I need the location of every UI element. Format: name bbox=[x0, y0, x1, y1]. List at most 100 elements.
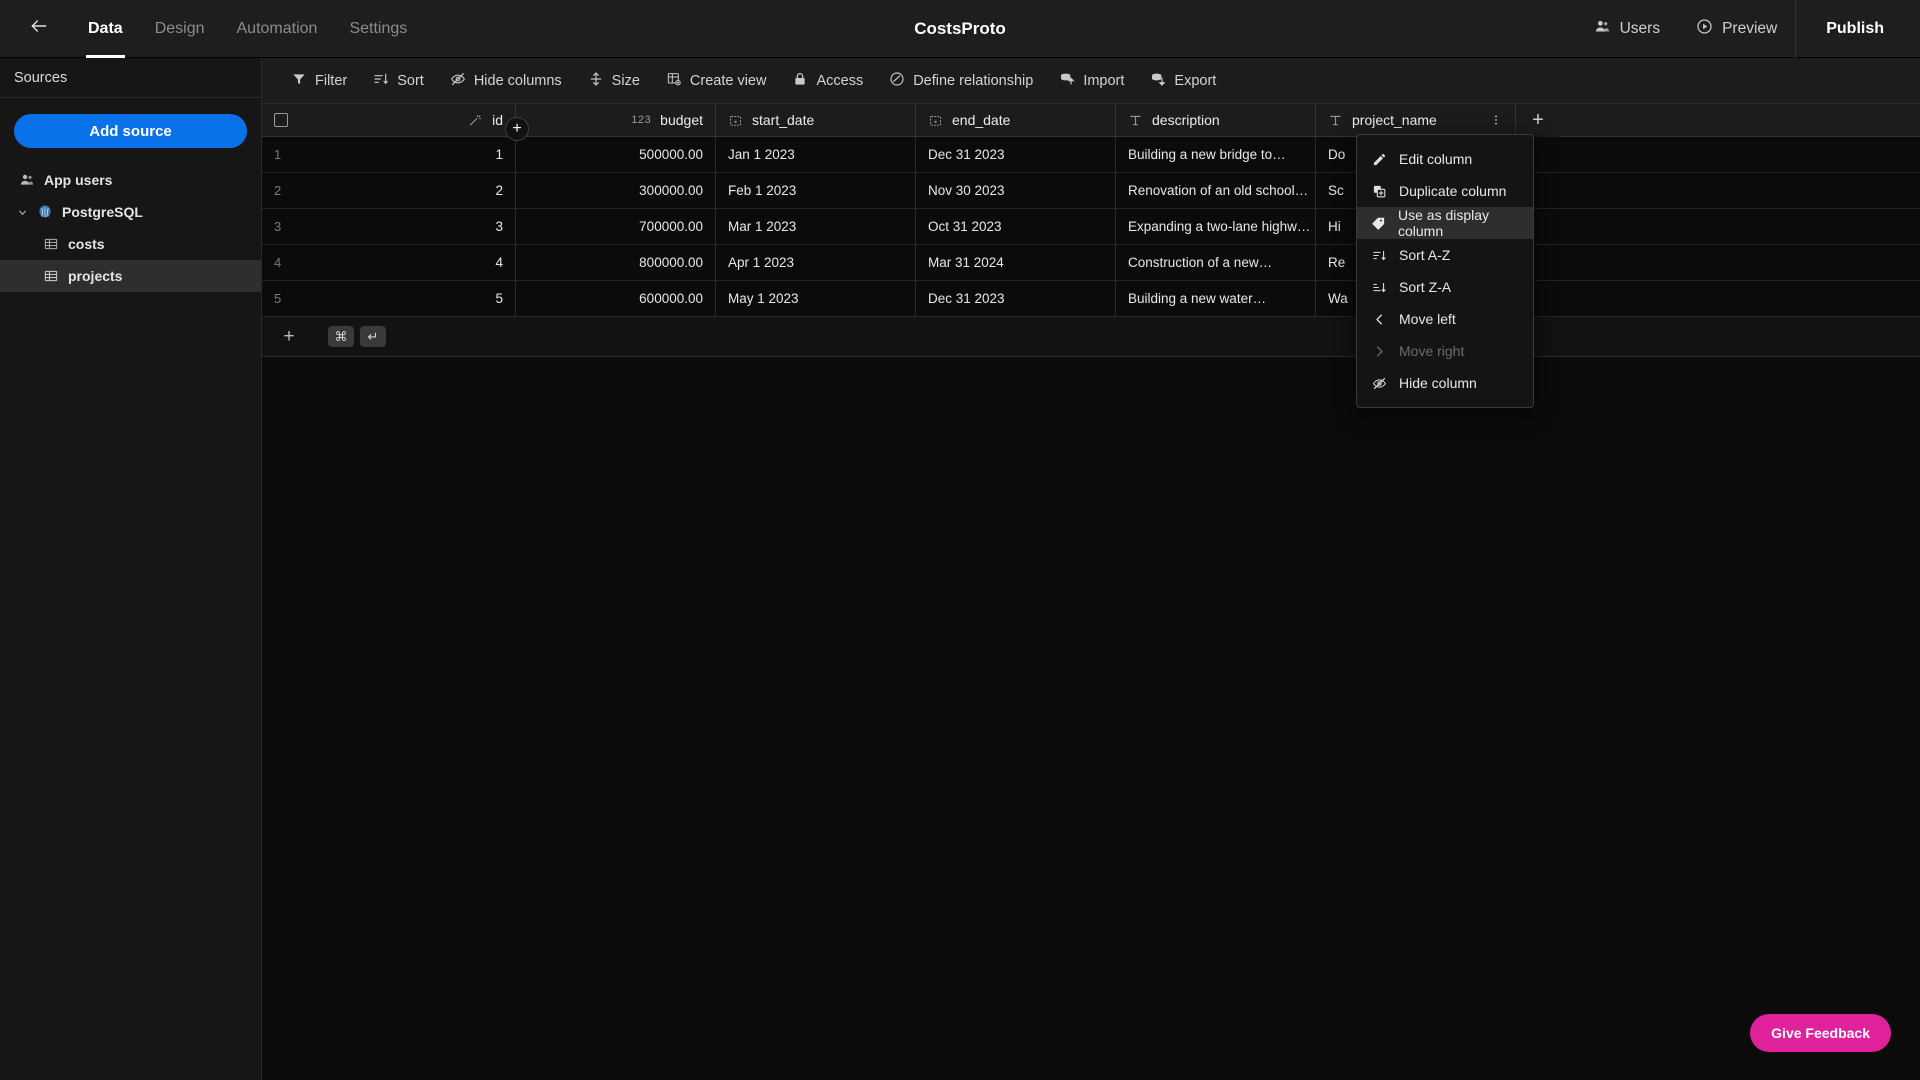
select-all-checkbox[interactable] bbox=[262, 104, 316, 136]
calendar-icon bbox=[928, 113, 943, 128]
cell-id[interactable]: 2 bbox=[316, 173, 516, 208]
sidebar-item-projects[interactable]: projects bbox=[0, 260, 261, 292]
hide-columns-button[interactable]: Hide columns bbox=[437, 58, 575, 104]
sidebar-item-costs[interactable]: costs bbox=[0, 228, 261, 260]
table-row[interactable]: 3 3 700000.00 Mar 1 2023 Oct 31 2023 Exp… bbox=[262, 209, 1920, 245]
column-header-start-date[interactable]: start_date bbox=[716, 104, 916, 136]
kbd-enter-key: ↵ bbox=[360, 326, 386, 347]
table-row[interactable]: 2 2 300000.00 Feb 1 2023 Nov 30 2023 Ren… bbox=[262, 173, 1920, 209]
menu-item-hide-column[interactable]: Hide column bbox=[1357, 367, 1533, 399]
cell-end-date[interactable]: Dec 31 2023 bbox=[916, 281, 1116, 316]
create-view-button[interactable]: Create view bbox=[653, 58, 780, 104]
sidebar-item-postgresql[interactable]: PostgreSQL bbox=[0, 196, 261, 228]
import-button[interactable]: Import bbox=[1046, 58, 1137, 104]
sidebar-item-app-users[interactable]: App users bbox=[0, 164, 261, 196]
menu-item-edit-column[interactable]: Edit column bbox=[1357, 143, 1533, 175]
cell-id[interactable]: 4 bbox=[316, 245, 516, 280]
insert-column-left-button[interactable]: + bbox=[505, 117, 529, 141]
calendar-icon bbox=[728, 113, 743, 128]
cell-end-date[interactable]: Dec 31 2023 bbox=[916, 137, 1116, 172]
cell-budget[interactable]: 600000.00 bbox=[516, 281, 716, 316]
menu-item-use-as-display-column[interactable]: Use as display column bbox=[1357, 207, 1533, 239]
menu-item-duplicate-column[interactable]: Duplicate column bbox=[1357, 175, 1533, 207]
row-number: 5 bbox=[274, 291, 282, 306]
table-row[interactable]: 4 4 800000.00 Apr 1 2023 Mar 31 2024 Con… bbox=[262, 245, 1920, 281]
cell-end-date[interactable]: Oct 31 2023 bbox=[916, 209, 1116, 244]
size-button[interactable]: Size bbox=[575, 58, 653, 104]
column-context-menu: Edit column Duplicate column Use as disp… bbox=[1356, 134, 1534, 408]
cell-budget[interactable]: 300000.00 bbox=[516, 173, 716, 208]
column-header-label: budget bbox=[660, 112, 703, 128]
top-bar-right: Users Preview Publish bbox=[1576, 0, 1920, 58]
cell-start-date[interactable]: Jan 1 2023 bbox=[716, 137, 916, 172]
users-button[interactable]: Users bbox=[1576, 0, 1678, 58]
cell-end-date[interactable]: Mar 31 2024 bbox=[916, 245, 1116, 280]
sort-icon bbox=[373, 71, 389, 91]
back-button[interactable] bbox=[16, 0, 62, 58]
menu-item-sort-a-z[interactable]: Sort A-Z bbox=[1357, 239, 1533, 271]
import-icon bbox=[1059, 71, 1075, 91]
table-row[interactable]: 1 1 500000.00 Jan 1 2023 Dec 31 2023 Bui… bbox=[262, 137, 1920, 173]
cell-id[interactable]: 3 bbox=[316, 209, 516, 244]
sidebar: Sources Add source App users PostgreSQL … bbox=[0, 58, 262, 1080]
column-header-label: end_date bbox=[952, 112, 1011, 128]
sort-button[interactable]: Sort bbox=[360, 58, 437, 104]
add-row-button[interactable]: + bbox=[262, 326, 316, 348]
pencil-icon bbox=[1371, 152, 1387, 167]
add-source-button[interactable]: Add source bbox=[14, 114, 247, 148]
cell-budget[interactable]: 700000.00 bbox=[516, 209, 716, 244]
cell-budget[interactable]: 500000.00 bbox=[516, 137, 716, 172]
table-row[interactable]: 5 5 600000.00 May 1 2023 Dec 31 2023 Bui… bbox=[262, 281, 1920, 317]
cell-start-date[interactable]: Mar 1 2023 bbox=[716, 209, 916, 244]
column-header-budget[interactable]: 123 budget bbox=[516, 104, 716, 136]
cell-id[interactable]: 5 bbox=[316, 281, 516, 316]
menu-item-move-left[interactable]: Move left bbox=[1357, 303, 1533, 335]
export-button[interactable]: Export bbox=[1137, 58, 1229, 104]
tab-settings[interactable]: Settings bbox=[333, 0, 423, 58]
tab-design[interactable]: Design bbox=[139, 0, 221, 58]
sort-asc-icon bbox=[1371, 248, 1387, 263]
create-view-label: Create view bbox=[689, 72, 767, 89]
cell-start-date[interactable]: Feb 1 2023 bbox=[716, 173, 916, 208]
text-icon bbox=[1328, 113, 1343, 128]
cell-description[interactable]: Building a new bridge to… bbox=[1116, 137, 1316, 172]
add-row-bar: + ⌘ ↵ bbox=[262, 317, 1920, 357]
define-relationship-button[interactable]: Define relationship bbox=[876, 58, 1046, 104]
source-tree: App users PostgreSQL costs projects bbox=[0, 164, 261, 292]
access-button[interactable]: Access bbox=[779, 58, 876, 104]
row-number: 3 bbox=[274, 219, 282, 234]
give-feedback-button[interactable]: Give Feedback bbox=[1750, 1014, 1891, 1052]
cell-description[interactable]: Construction of a new… bbox=[1116, 245, 1316, 280]
tab-automation[interactable]: Automation bbox=[221, 0, 334, 58]
cell-description[interactable]: Renovation of an old school… bbox=[1116, 173, 1316, 208]
add-column-button[interactable]: + bbox=[1516, 104, 1560, 137]
sidebar-item-label: projects bbox=[68, 268, 123, 284]
preview-button[interactable]: Preview bbox=[1678, 0, 1795, 58]
cell-id[interactable]: 1 bbox=[316, 137, 516, 172]
publish-button[interactable]: Publish bbox=[1796, 0, 1920, 58]
column-menu-kebab-icon[interactable] bbox=[1489, 113, 1503, 127]
row-number: 1 bbox=[274, 147, 282, 162]
cell-start-date[interactable]: May 1 2023 bbox=[716, 281, 916, 316]
cell-description[interactable]: Expanding a two-lane highw… bbox=[1116, 209, 1316, 244]
filter-label: Filter bbox=[315, 72, 348, 89]
top-bar: Data Design Automation Settings CostsPro… bbox=[0, 0, 1920, 58]
column-header-end-date[interactable]: end_date bbox=[916, 104, 1116, 136]
users-label: Users bbox=[1619, 19, 1661, 37]
column-header-project-name[interactable]: project_name bbox=[1316, 104, 1516, 136]
filter-button[interactable]: Filter bbox=[278, 58, 360, 104]
row-height-icon bbox=[588, 71, 604, 91]
cell-description[interactable]: Building a new water… bbox=[1116, 281, 1316, 316]
play-circle-icon bbox=[1696, 18, 1713, 40]
chevron-down-icon[interactable] bbox=[12, 207, 32, 218]
column-header-description[interactable]: description bbox=[1116, 104, 1316, 136]
cell-end-date[interactable]: Nov 30 2023 bbox=[916, 173, 1116, 208]
cell-start-date[interactable]: Apr 1 2023 bbox=[716, 245, 916, 280]
menu-item-label: Move left bbox=[1399, 311, 1456, 327]
menu-item-label: Sort Z-A bbox=[1399, 279, 1452, 295]
menu-item-sort-z-a[interactable]: Sort Z-A bbox=[1357, 271, 1533, 303]
cell-budget[interactable]: 800000.00 bbox=[516, 245, 716, 280]
eye-off-icon bbox=[450, 71, 466, 91]
tab-data[interactable]: Data bbox=[72, 0, 139, 58]
column-header-id[interactable]: id bbox=[316, 104, 516, 136]
